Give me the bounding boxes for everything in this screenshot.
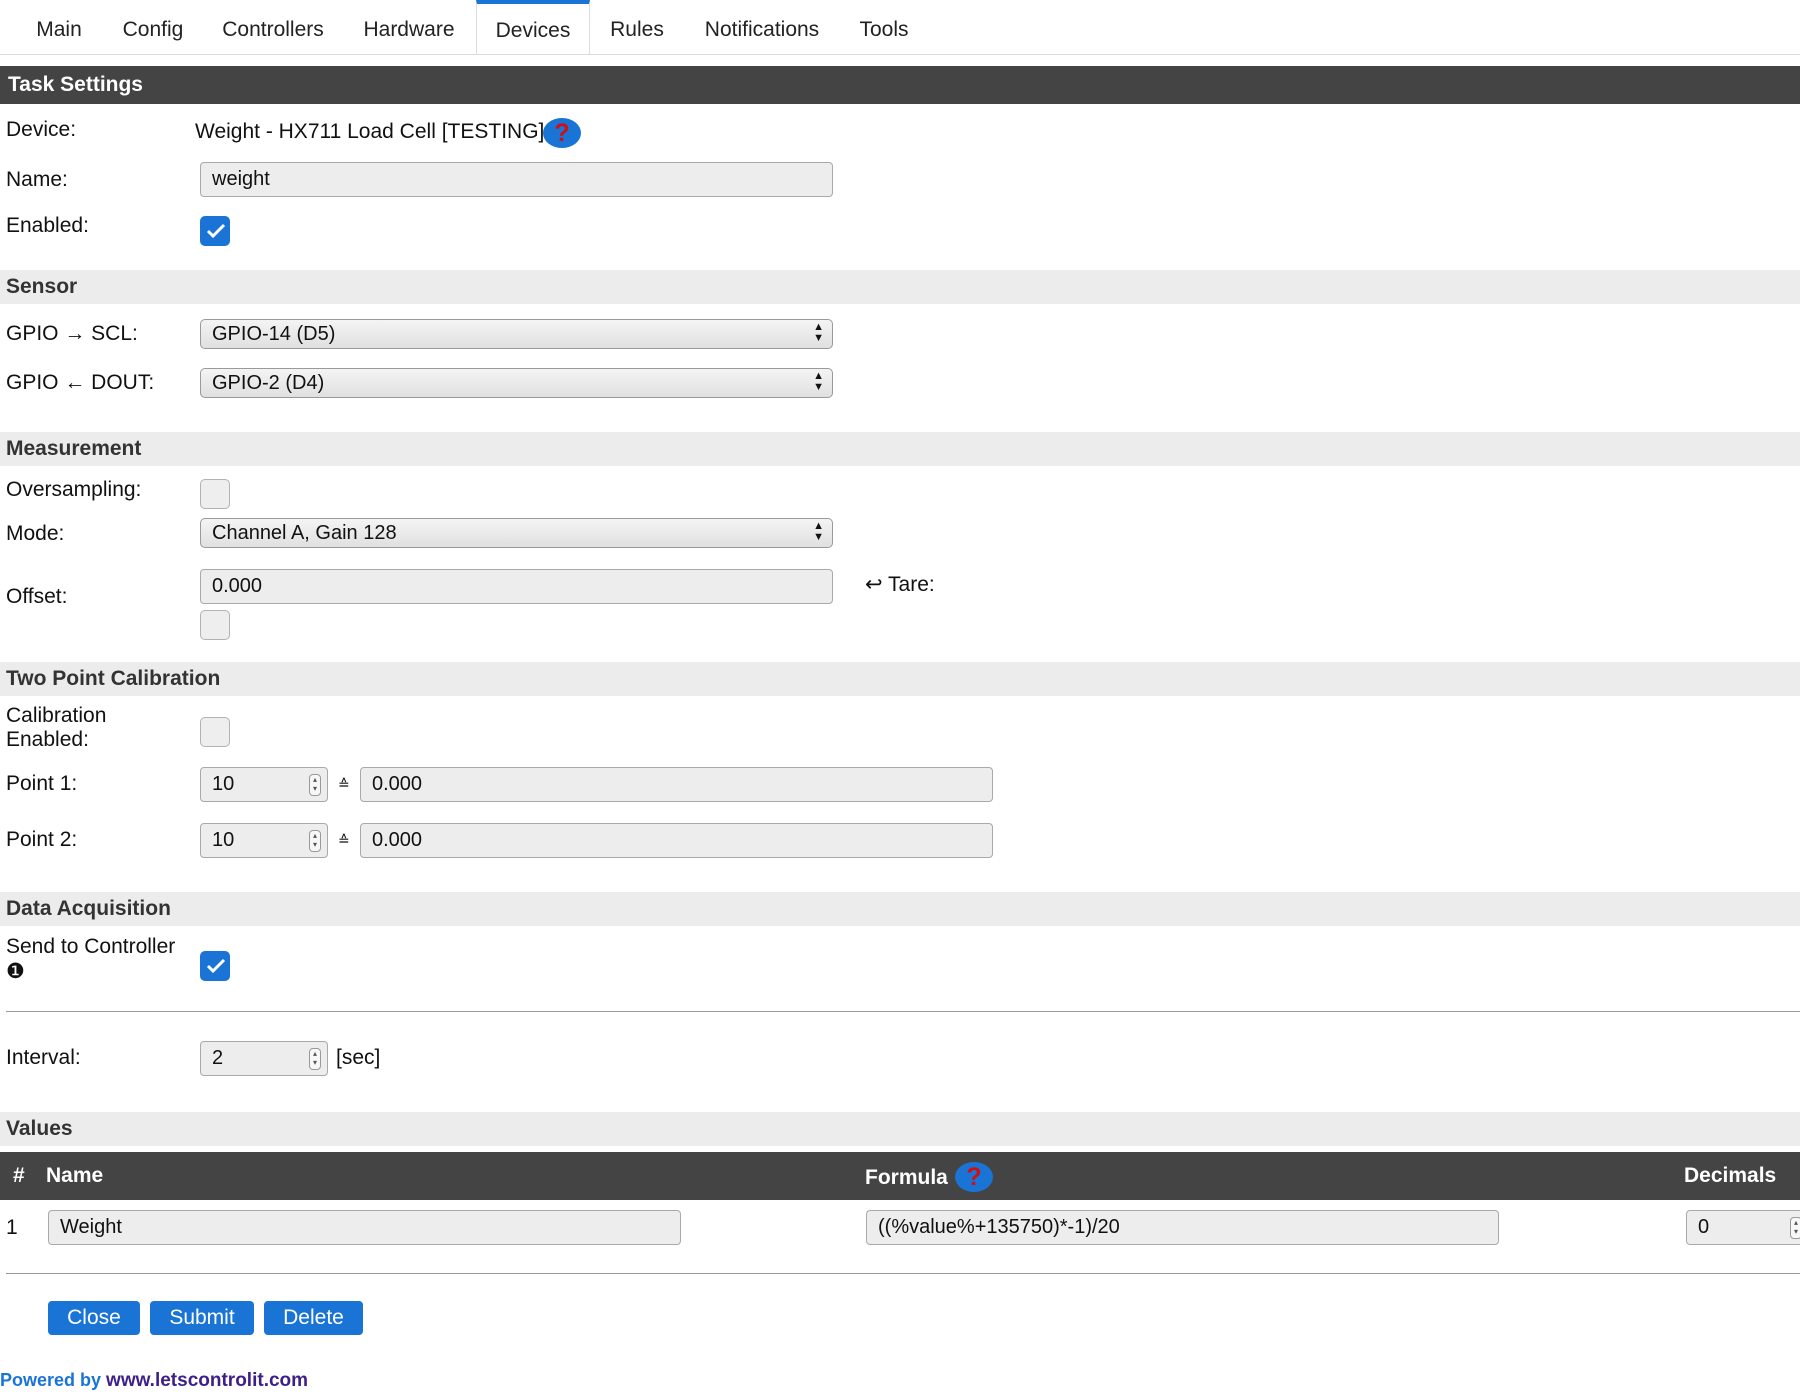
offset-label: Offset: xyxy=(6,585,68,608)
point2-value-input[interactable]: 0.000 xyxy=(360,823,993,858)
value-formula-input[interactable]: ((%value%+135750)*-1)/20 xyxy=(866,1210,1499,1245)
calibration-enabled-label-line2: Enabled: xyxy=(6,728,89,751)
website-link[interactable]: www.letscontrolit.com xyxy=(106,1370,308,1391)
sensor-section-header: Sensor xyxy=(0,270,1800,304)
select-arrows-icon: ▲ ▼ xyxy=(813,321,824,344)
oversampling-label: Oversampling: xyxy=(6,478,142,501)
select-arrows-icon: ▲ ▼ xyxy=(813,520,824,543)
calibration-section-header: Two Point Calibration xyxy=(0,662,1800,696)
stepper-icon[interactable]: ▴ ▾ xyxy=(309,774,321,796)
enabled-checkbox[interactable] xyxy=(200,216,230,246)
calibration-section-title: Two Point Calibration xyxy=(6,667,221,690)
stepper-icon[interactable]: ▴ ▾ xyxy=(1790,1217,1800,1239)
tab-hardware[interactable]: Hardware xyxy=(348,0,470,54)
name-input[interactable]: weight xyxy=(200,162,833,197)
close-button[interactable]: Close xyxy=(48,1301,140,1335)
point1-value-input[interactable]: 0.000 xyxy=(360,767,993,802)
send-to-controller-checkbox[interactable] xyxy=(200,951,230,981)
device-label: Device: xyxy=(6,118,77,141)
gpio-scl-label: GPIO → SCL: xyxy=(6,322,138,345)
calibration-enabled-checkbox[interactable] xyxy=(200,717,230,747)
tab-notifications[interactable]: Notifications xyxy=(690,0,834,54)
formula-help-icon[interactable]: ? xyxy=(955,1162,993,1192)
column-index: # xyxy=(13,1164,25,1187)
tab-config[interactable]: Config xyxy=(108,0,198,54)
value-name-input[interactable]: Weight xyxy=(48,1210,681,1245)
delete-button[interactable]: Delete xyxy=(264,1301,363,1335)
submit-button[interactable]: Submit xyxy=(150,1301,254,1335)
point2-label: Point 2: xyxy=(6,828,78,851)
tab-main[interactable]: Main xyxy=(20,0,98,54)
device-help-icon[interactable]: ? xyxy=(543,118,581,148)
column-formula: Formula xyxy=(865,1166,948,1189)
tab-rules[interactable]: Rules xyxy=(598,0,676,54)
values-section-title: Values xyxy=(6,1117,73,1140)
mode-label: Mode: xyxy=(6,522,65,545)
point2-raw-value: 10 xyxy=(212,829,235,851)
point2-raw-input[interactable]: 10 ▴ ▾ xyxy=(200,823,328,858)
name-label: Name: xyxy=(6,168,68,191)
value-decimals-input[interactable]: 0 ▴ ▾ xyxy=(1686,1210,1800,1245)
gpio-dout-selected: GPIO-2 (D4) xyxy=(212,372,325,394)
send-to-controller-label: Send to Controller xyxy=(6,935,176,958)
value-decimals-value: 0 xyxy=(1698,1216,1710,1238)
measurement-section-header: Measurement xyxy=(0,432,1800,466)
calibration-enabled-label-line1: Calibration xyxy=(6,704,107,727)
gpio-scl-selected: GPIO-14 (D5) xyxy=(212,323,336,345)
row-index: 1 xyxy=(6,1216,18,1239)
column-decimals: Decimals xyxy=(1684,1164,1777,1187)
divider xyxy=(6,1273,1800,1274)
task-settings-title: Task Settings xyxy=(8,73,143,96)
controller-index-badge: ❶ xyxy=(6,960,25,983)
enabled-label: Enabled: xyxy=(6,214,89,237)
offset-input[interactable]: 0.000 xyxy=(200,569,833,604)
select-arrows-icon: ▲ ▼ xyxy=(813,370,824,393)
equals-symbol: ≙ xyxy=(338,776,350,792)
mode-select[interactable]: Channel A, Gain 128 ▲ ▼ xyxy=(200,518,833,548)
checkmark-icon xyxy=(206,958,226,974)
divider xyxy=(6,1011,1800,1012)
stepper-icon[interactable]: ▴ ▾ xyxy=(309,1048,321,1070)
column-name: Name xyxy=(46,1164,104,1187)
footer: Powered by www.letscontrolit.com xyxy=(0,1370,308,1392)
tare-checkbox[interactable] xyxy=(200,610,230,640)
tare-label: ↩ Tare: xyxy=(865,573,935,596)
tab-devices[interactable]: Devices xyxy=(476,0,590,54)
point1-raw-input[interactable]: 10 ▴ ▾ xyxy=(200,767,328,802)
acquisition-section-title: Data Acquisition xyxy=(6,897,171,920)
oversampling-checkbox[interactable] xyxy=(200,479,230,509)
mode-selected: Channel A, Gain 128 xyxy=(212,522,397,544)
interval-unit: [sec] xyxy=(336,1046,381,1069)
tab-controllers[interactable]: Controllers xyxy=(208,0,338,54)
point1-label: Point 1: xyxy=(6,772,78,795)
values-table-header: # Name Formula Decimals xyxy=(0,1152,1800,1200)
checkmark-icon xyxy=(206,223,226,239)
task-settings-header: Task Settings xyxy=(0,66,1800,104)
measurement-section-title: Measurement xyxy=(6,437,142,460)
tab-tools[interactable]: Tools xyxy=(848,0,920,54)
powered-by-text: Powered by xyxy=(0,1370,102,1390)
interval-value: 2 xyxy=(212,1047,224,1069)
point1-raw-value: 10 xyxy=(212,773,235,795)
device-value: Weight - HX711 Load Cell [TESTING] xyxy=(195,120,545,143)
acquisition-section-header: Data Acquisition xyxy=(0,892,1800,926)
interval-label: Interval: xyxy=(6,1046,81,1069)
top-navigation: Main Config Controllers Hardware Devices… xyxy=(0,0,1800,55)
gpio-scl-select[interactable]: GPIO-14 (D5) ▲ ▼ xyxy=(200,319,833,349)
stepper-icon[interactable]: ▴ ▾ xyxy=(309,830,321,852)
gpio-dout-label: GPIO ← DOUT: xyxy=(6,371,155,394)
sensor-section-title: Sensor xyxy=(6,275,78,298)
equals-symbol: ≙ xyxy=(338,832,350,848)
values-section-header: Values xyxy=(0,1112,1800,1146)
gpio-dout-select[interactable]: GPIO-2 (D4) ▲ ▼ xyxy=(200,368,833,398)
interval-input[interactable]: 2 ▴ ▾ xyxy=(200,1041,328,1076)
